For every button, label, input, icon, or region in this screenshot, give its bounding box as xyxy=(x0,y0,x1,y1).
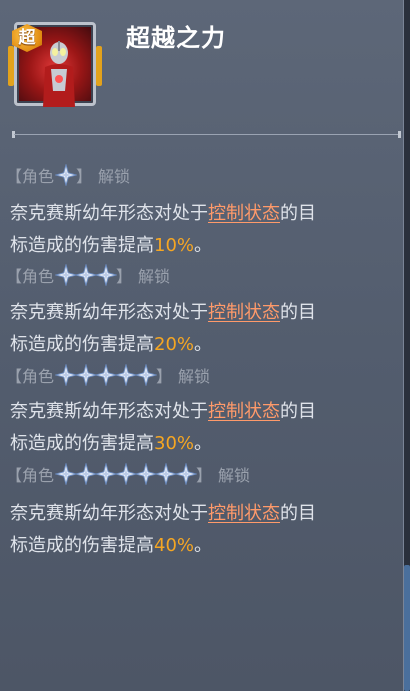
tier-description: 奈克赛斯幼年形态对处于控制状态的目 标造成的伤害提高10%。 xyxy=(10,198,400,262)
frame-bracket-right xyxy=(96,46,102,86)
tier-stars xyxy=(55,364,158,386)
desc-text: 的目 xyxy=(280,302,316,323)
bonus-value: 40% xyxy=(154,535,195,556)
tier-label-close: 】 xyxy=(76,167,93,186)
star-icon xyxy=(55,164,78,186)
star-icon xyxy=(55,364,78,386)
star-icon xyxy=(95,264,118,286)
desc-text: 的目 xyxy=(280,503,316,524)
star-icon xyxy=(95,463,118,485)
star-icon xyxy=(95,364,118,386)
desc-text: 标造成的伤害提高 xyxy=(10,433,154,454)
star-icon xyxy=(115,463,138,485)
desc-text: 奈克赛斯幼年形态对处于 xyxy=(10,503,208,524)
star-icon xyxy=(75,364,98,386)
tier-unlock-label: 解锁 xyxy=(138,267,171,286)
skill-portrait: 超 xyxy=(8,16,102,112)
tier-header: 【角色 】 解锁 xyxy=(6,264,170,286)
keyword-link[interactable]: 控制状态 xyxy=(208,503,280,524)
tier-description: 奈克赛斯幼年形态对处于控制状态的目 标造成的伤害提高40%。 xyxy=(10,498,400,562)
desc-end: 。 xyxy=(194,433,213,454)
desc-end: 。 xyxy=(194,235,213,256)
star-icon xyxy=(55,463,78,485)
tier-header: 【角色 】 解锁 xyxy=(6,364,210,386)
tier-stars xyxy=(55,463,198,485)
tier-description: 奈克赛斯幼年形态对处于控制状态的目 标造成的伤害提高20%。 xyxy=(10,297,400,361)
desc-text: 的目 xyxy=(280,401,316,422)
tier-label-open: 【角色 xyxy=(6,466,55,485)
tier-label-open: 【角色 xyxy=(6,367,55,386)
desc-text: 标造成的伤害提高 xyxy=(10,334,154,355)
star-icon xyxy=(175,463,198,485)
desc-text: 奈克赛斯幼年形态对处于 xyxy=(10,302,208,323)
tier-description: 奈克赛斯幼年形态对处于控制状态的目 标造成的伤害提高30%。 xyxy=(10,396,400,460)
tier-header: 【角色 】 解锁 xyxy=(6,463,250,485)
star-icon xyxy=(155,463,178,485)
star-icon xyxy=(75,264,98,286)
tier-label-close: 】 xyxy=(156,367,173,386)
tier-unlock-label: 解锁 xyxy=(178,367,211,386)
divider-cap-right xyxy=(398,131,401,138)
skill-detail-panel: 超 超越之力 【角色 】 解锁 奈克赛斯幼年形态对处于控制状态的目 标造成的伤害… xyxy=(0,0,404,691)
star-icon xyxy=(135,364,158,386)
tier-unlock-label: 解锁 xyxy=(98,167,131,186)
desc-text: 标造成的伤害提高 xyxy=(10,235,154,256)
star-icon xyxy=(135,463,158,485)
bonus-value: 20% xyxy=(154,334,195,355)
ultraman-figure-icon xyxy=(43,41,75,107)
tier-label-open: 【角色 xyxy=(6,267,55,286)
skill-title: 超越之力 xyxy=(126,24,226,52)
tier-unlock-label: 解锁 xyxy=(218,466,251,485)
desc-text: 奈克赛斯幼年形态对处于 xyxy=(10,203,208,224)
tier-header: 【角色 】 解锁 xyxy=(6,164,130,186)
header-divider xyxy=(14,134,400,135)
bonus-value: 30% xyxy=(154,433,195,454)
keyword-link[interactable]: 控制状态 xyxy=(208,401,280,422)
tier-stars xyxy=(55,164,78,186)
desc-text: 的目 xyxy=(280,203,316,224)
star-icon xyxy=(55,264,78,286)
star-icon xyxy=(75,463,98,485)
desc-end: 。 xyxy=(194,334,213,355)
tier-label-open: 【角色 xyxy=(6,167,55,186)
keyword-link[interactable]: 控制状态 xyxy=(208,203,280,224)
bonus-value: 10% xyxy=(154,235,195,256)
keyword-link[interactable]: 控制状态 xyxy=(208,302,280,323)
desc-text: 奈克赛斯幼年形态对处于 xyxy=(10,401,208,422)
tier-label-close: 】 xyxy=(196,466,213,485)
scrollbar-thumb[interactable] xyxy=(404,565,410,691)
desc-text: 标造成的伤害提高 xyxy=(10,535,154,556)
tier-label-close: 】 xyxy=(116,267,133,286)
tier-stars xyxy=(55,264,118,286)
star-icon xyxy=(115,364,138,386)
desc-end: 。 xyxy=(194,535,213,556)
